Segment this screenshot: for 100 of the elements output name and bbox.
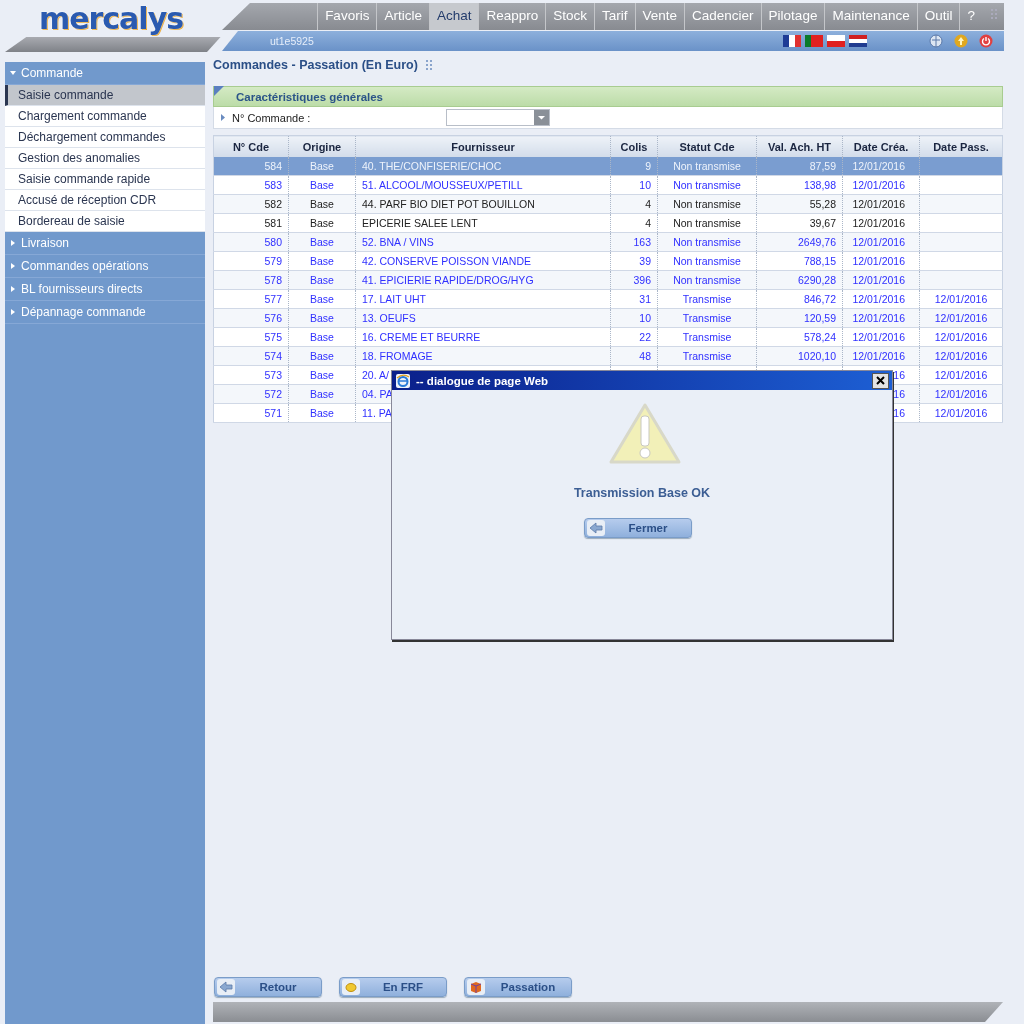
table-cell: 10 <box>639 312 651 324</box>
table-cell: Non transmise <box>673 160 741 172</box>
table-cell: 576 <box>264 312 282 324</box>
section-label: Commande <box>21 66 84 80</box>
table-cell: 51. ALCOOL/MOUSSEUX/PETILL <box>362 179 523 191</box>
table-cell: 22 <box>639 331 651 343</box>
sidebar-item[interactable]: Saisie commande rapide <box>5 169 205 190</box>
table-cell: Transmise <box>682 293 732 305</box>
table-cell: 16. CREME ET BEURRE <box>362 331 481 343</box>
table-cell: 16 <box>893 388 905 400</box>
table-cell: 18. FROMAGE <box>362 350 433 362</box>
menu-tab[interactable]: Achat <box>428 3 479 30</box>
sidebar-item[interactable]: Accusé de réception CDR <box>5 190 205 211</box>
package-icon <box>467 979 485 995</box>
column-header[interactable]: Fournisseur <box>355 135 611 157</box>
table-cell: Non transmise <box>673 255 741 267</box>
table-cell: Base <box>310 350 334 362</box>
table-cell: 12/01/2016 <box>934 312 988 324</box>
flag-icon <box>783 35 801 47</box>
column-header[interactable]: N° Cde <box>213 135 289 157</box>
table-cell: 582 <box>264 198 282 210</box>
table-cell: 16 <box>893 407 905 419</box>
table-row[interactable]: 575 Base 16. CREME ET BEURRE 22 Transmise 578,24 12/01/2016 12/01/2016 <box>213 327 1003 347</box>
column-header[interactable]: Val. Ach. HT <box>756 135 843 157</box>
sidebar-item[interactable]: Bordereau de saisie <box>5 211 205 232</box>
table-cell: Base <box>310 179 334 191</box>
order-dropdown[interactable] <box>446 109 550 126</box>
table-row[interactable]: 577 Base 17. LAIT UHT 31 Transmise 846,72 12/01/2016 12/01/2016 <box>213 289 1003 309</box>
table-cell: 12/01/2016 <box>852 255 905 267</box>
coin-icon <box>342 979 360 995</box>
column-header[interactable]: Statut Cde <box>657 135 757 157</box>
table-cell: 138,98 <box>803 179 836 191</box>
table-cell: 12/01/2016 <box>934 407 988 419</box>
sidebar-item[interactable]: Saisie commande <box>5 85 205 106</box>
table-cell: 574 <box>264 350 282 362</box>
table-cell: Base <box>310 236 334 248</box>
table-row[interactable]: 579 Base 42. CONSERVE POISSON VIANDE 39 Non transmise 788,15 12/01/2016 <box>213 251 1003 271</box>
action-button[interactable]: Passation <box>464 977 572 997</box>
table-row[interactable]: 581 Base EPICERIE SALEE LENT 4 Non transmise 39,67 12/01/2016 <box>213 213 1003 233</box>
table-cell: Base <box>310 293 334 305</box>
table-cell: 580 <box>264 236 282 248</box>
table-cell: 581 <box>264 217 282 229</box>
table-cell: 578,24 <box>803 331 836 343</box>
table-cell: 40. THE/CONFISERIE/CHOC <box>362 160 502 172</box>
table-cell: 55,28 <box>809 198 836 210</box>
table-cell: Non transmise <box>673 198 741 210</box>
table-cell: 17. LAIT UHT <box>362 293 426 305</box>
sidebar-item[interactable]: Déchargement commandes <box>5 127 205 148</box>
table-cell: 12/01/2016 <box>852 274 905 286</box>
table-cell: 87,59 <box>809 160 836 172</box>
logo: mercalys <box>38 2 184 37</box>
column-header[interactable]: Date Pass. <box>919 135 1003 157</box>
table-cell: 120,59 <box>803 312 836 324</box>
table-cell: 12/01/2016 <box>852 198 905 210</box>
table-cell: 12/01/2016 <box>852 236 905 248</box>
table-cell: 571 <box>264 407 282 419</box>
action-button[interactable]: En FRF <box>339 977 447 997</box>
section-label: Commandes opérations <box>21 259 149 273</box>
table-cell: 31 <box>639 293 651 305</box>
flag-icon <box>805 35 823 47</box>
sidebar-item[interactable]: Chargement commande <box>5 106 205 127</box>
column-header[interactable]: Origine <box>288 135 356 157</box>
section-label: BL fournisseurs directs <box>21 282 143 296</box>
table-cell: Base <box>310 274 334 286</box>
table-cell: 12/01/2016 <box>934 350 988 362</box>
section-label: Livraison <box>21 236 70 250</box>
table-cell: 48 <box>639 350 651 362</box>
table-cell: 2649,76 <box>798 236 836 248</box>
flag-icon <box>827 35 845 47</box>
dialog-message: Transmission Base OK <box>573 486 711 500</box>
table-cell: 12/01/2016 <box>852 293 905 305</box>
table-cell: Base <box>310 369 334 381</box>
close-button[interactable] <box>872 372 889 389</box>
table-cell: 12/01/2016 <box>852 179 905 191</box>
table-cell: 12/01/2016 <box>934 369 988 381</box>
caret-right-icon <box>10 309 16 315</box>
section-title: Caractéristiques générales <box>236 90 384 103</box>
table-cell: Base <box>310 217 334 229</box>
table-cell: Base <box>310 407 334 419</box>
sidebar-item[interactable]: Gestion des anomalies <box>5 148 205 169</box>
column-header[interactable]: Date Créa. <box>842 135 920 157</box>
table-cell: Base <box>310 255 334 267</box>
table-cell: 4 <box>645 217 651 229</box>
table-cell: 12/01/2016 <box>852 160 905 172</box>
table-cell: 12/01/2016 <box>934 293 988 305</box>
table-cell: Non transmise <box>673 274 741 286</box>
table-cell: 575 <box>264 331 282 343</box>
table-row[interactable]: 583 Base 51. ALCOOL/MOUSSEUX/PETILL 10 Non transmise 138,98 12/01/2016 <box>213 175 1003 195</box>
table-cell: Non transmise <box>673 236 741 248</box>
table-cell: 12/01/2016 <box>852 331 905 343</box>
table-cell: 578 <box>264 274 282 286</box>
table-cell: 9 <box>645 160 651 172</box>
caret-right-icon <box>10 263 16 269</box>
close-button[interactable]: Fermer <box>584 518 692 538</box>
action-button[interactable]: Retour <box>214 977 322 997</box>
table-cell: 4 <box>645 198 651 210</box>
table-cell: 39,67 <box>809 217 836 229</box>
column-header[interactable]: Colis <box>610 135 658 157</box>
table-cell: 52. BNA / VINS <box>362 236 434 248</box>
table-cell: 11. PA <box>362 407 392 419</box>
